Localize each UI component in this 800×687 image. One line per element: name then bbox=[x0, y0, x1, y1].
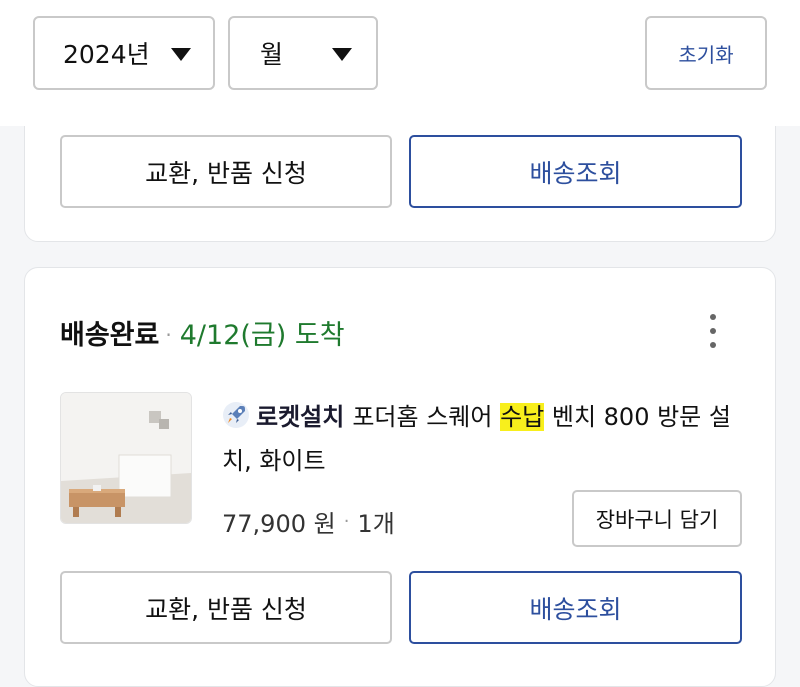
search-term-highlight: 수납 bbox=[500, 403, 545, 431]
caret-down-icon bbox=[332, 48, 352, 61]
status-separator: · bbox=[165, 323, 172, 347]
product-image bbox=[61, 393, 191, 523]
rocket-install-badge: 로켓설치 bbox=[256, 403, 345, 431]
delivery-status: 배송완료 · 4/12(금) 도착 bbox=[60, 313, 345, 352]
product-title-text: 포더홈 스퀘어 bbox=[352, 403, 501, 431]
product-title[interactable]: 로켓설치 포더홈 스퀘어 수납 벤치 800 방문 설치, 화이트 bbox=[222, 395, 742, 483]
track-delivery-button[interactable]: 배송조회 bbox=[409, 135, 742, 208]
track-delivery-button[interactable]: 배송조회 bbox=[409, 571, 742, 644]
price-quantity: 77,900 원 · 1개 bbox=[222, 504, 395, 539]
year-select-value: 2024년 bbox=[63, 40, 150, 69]
order-card: 배송완료 · 4/12(금) 도착 로켓설치 포더홈 스퀘어 수납 벤치 800… bbox=[24, 267, 776, 687]
reset-button[interactable]: 초기화 bbox=[645, 16, 767, 90]
year-select[interactable]: 2024년 bbox=[33, 16, 215, 90]
product-price: 77,900 원 bbox=[222, 510, 336, 538]
exchange-return-button[interactable]: 교환, 반품 신청 bbox=[60, 571, 392, 644]
order-filter-bar: 2024년 월 초기화 bbox=[0, 0, 800, 126]
arrival-date: 4/12(금) 도착 bbox=[179, 320, 345, 351]
caret-down-icon bbox=[171, 48, 191, 61]
more-vertical-icon[interactable] bbox=[703, 314, 723, 348]
product-thumbnail[interactable] bbox=[60, 392, 192, 524]
rocket-icon bbox=[223, 402, 249, 428]
status-label: 배송완료 bbox=[60, 320, 160, 351]
price-separator: · bbox=[343, 511, 350, 532]
exchange-return-button[interactable]: 교환, 반품 신청 bbox=[60, 135, 392, 208]
month-select[interactable]: 월 bbox=[228, 16, 378, 90]
add-to-cart-button[interactable]: 장바구니 담기 bbox=[572, 490, 742, 547]
product-quantity: 1개 bbox=[357, 510, 395, 538]
month-select-value: 월 bbox=[260, 40, 284, 69]
